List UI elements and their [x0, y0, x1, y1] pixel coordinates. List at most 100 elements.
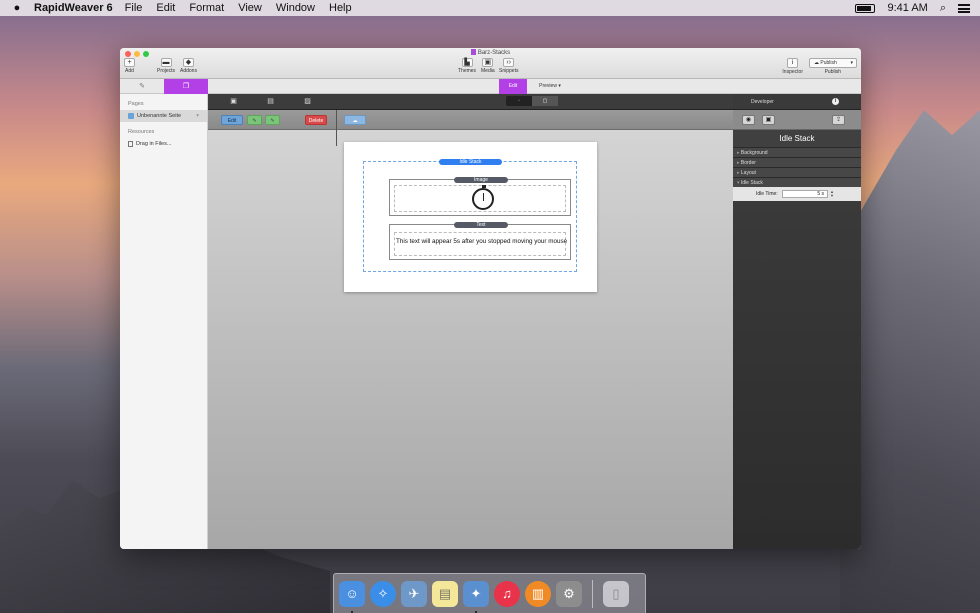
tab-edit[interactable]: Edit	[499, 79, 527, 94]
clock[interactable]: 9:41 AM	[887, 2, 927, 14]
partials-icon[interactable]: ▤	[267, 98, 274, 105]
image-dropzone[interactable]	[394, 185, 566, 212]
wrench-icon: ✎	[139, 83, 145, 90]
inspector-button[interactable]: i	[787, 58, 798, 68]
inspector-tools: ◉ ▣ ⇪	[733, 110, 861, 130]
app-menu[interactable]: RapidWeaver 6	[34, 2, 113, 14]
publish-label: Publish	[824, 69, 841, 75]
battery-icon[interactable]	[855, 3, 876, 13]
idle-time-field[interactable]: 5 s	[782, 190, 828, 198]
themes-button[interactable]: ▙ Themes	[458, 58, 476, 74]
sidebar-item-page[interactable]: Unbenannte Seite ▾	[120, 110, 207, 122]
menu-window[interactable]: Window	[276, 2, 315, 14]
view-toggle: ▫ ▢	[506, 96, 558, 106]
pencil-button[interactable]: ✎	[247, 115, 262, 125]
idle-stack[interactable]: Idle Stack Image Text This text will app…	[363, 159, 577, 272]
projects-button[interactable]: ▬ Projects	[157, 58, 175, 74]
editor-area: ▣ ▤ ▨ ▫ ▢ Edit ✎ ✎ Delete ☁ Idle Stack I…	[208, 94, 733, 549]
stack-actions-toolbar: Edit ✎ ✎ Delete ☁	[208, 110, 733, 146]
menu-file[interactable]: File	[125, 2, 143, 14]
titlebar: Barz-Stacks + Add ▬ Projects ◆ Addons ▙ …	[120, 48, 861, 79]
code-icon: ‹›	[503, 58, 515, 67]
visibility-button[interactable]: ◉	[742, 115, 755, 125]
eye-icon: ◉	[745, 117, 752, 123]
sidebar-item-resources[interactable]: Drag in Files...	[120, 138, 207, 150]
idle-stack-label[interactable]: Idle Stack	[439, 159, 502, 165]
publish-dropdown[interactable]: ☁ Publish ▾	[809, 58, 857, 68]
rapidweaver-icon[interactable]: ✦	[463, 580, 489, 613]
stopwatch-icon	[472, 185, 494, 210]
lock-icon: ▣	[765, 117, 772, 123]
ibooks-icon[interactable]: ▥	[525, 580, 551, 607]
themes-icon: ▙	[461, 58, 473, 67]
text-content[interactable]: This text will appear 5s after you stopp…	[394, 232, 567, 256]
view-toggle-full[interactable]: ▢	[532, 96, 558, 106]
add-button[interactable]: + Add	[124, 58, 135, 74]
safari-icon[interactable]: ✧	[370, 580, 396, 607]
section-background[interactable]: Background	[733, 147, 861, 157]
pencil-alt-button[interactable]: ✎	[265, 115, 280, 125]
menu-view[interactable]: View	[238, 2, 262, 14]
trash-icon[interactable]: ▯	[603, 580, 629, 607]
image-icon[interactable]: ▨	[304, 98, 311, 105]
sidebar: Pages Unbenannte Seite ▾ Resources Drag …	[120, 94, 208, 549]
info-icon[interactable]: i	[832, 98, 839, 105]
finder-icon[interactable]: ☺	[339, 580, 365, 613]
dock: ☺ ✧ ✈ ▤ ✦ ♫ ▥ ⚙ ▯	[333, 573, 646, 613]
addons-button[interactable]: ◆ Addons	[180, 58, 197, 74]
media-icon: ▣	[482, 58, 494, 67]
chevron-down-icon: ▾	[558, 83, 561, 89]
edit-button[interactable]: Edit	[221, 115, 243, 125]
inspector-title: Idle Stack	[733, 130, 861, 147]
inspector-label: Inspector	[782, 69, 803, 75]
delete-button[interactable]: Delete	[305, 115, 327, 125]
chevron-down-icon[interactable]: ▾	[196, 113, 199, 119]
export-button[interactable]: ⇪	[832, 115, 845, 125]
tab-pages[interactable]: ❐	[164, 79, 208, 94]
lock-button[interactable]: ▣	[762, 115, 775, 125]
section-layout[interactable]: Layout	[733, 167, 861, 177]
pencil-icon: ✎	[252, 118, 257, 124]
dock-separator	[592, 579, 593, 608]
menubar: ● RapidWeaver 6 File Edit Format View Wi…	[0, 0, 980, 16]
page-icon	[128, 113, 134, 119]
snippets-button[interactable]: ‹› Snippets	[499, 58, 518, 74]
export-icon: ⇪	[835, 117, 842, 123]
notification-center-icon[interactable]	[958, 3, 970, 13]
text-stack[interactable]: Text This text will appear 5s after you …	[389, 222, 571, 260]
menu-edit[interactable]: Edit	[156, 2, 175, 14]
wallpaper-mountain-right	[840, 110, 980, 613]
apple-icon[interactable]: ●	[0, 2, 34, 14]
idle-time-row: Idle Time: 5 s ▲ ▼	[733, 187, 861, 201]
notes-icon[interactable]: ▤	[432, 580, 458, 607]
image-stack-label[interactable]: Image	[454, 177, 508, 183]
tab-preview[interactable]: Preview ▾	[532, 79, 568, 94]
mail-icon[interactable]: ✈	[401, 580, 427, 607]
menu-help[interactable]: Help	[329, 2, 352, 14]
image-stack[interactable]: Image	[389, 177, 571, 216]
section-border[interactable]: Border	[733, 157, 861, 167]
resources-header: Resources	[128, 129, 155, 135]
text-stack-label[interactable]: Text	[454, 222, 508, 228]
media-button[interactable]: ▣ Media	[481, 58, 495, 74]
view-toggle-compact[interactable]: ▫	[506, 96, 532, 106]
idle-time-stepper[interactable]: ▲ ▼	[830, 190, 834, 198]
inspector-header: Developer i	[733, 94, 861, 110]
section-idle-stack[interactable]: Idle Stack	[733, 177, 861, 187]
pages-icon: ❐	[182, 83, 190, 90]
cloud-button[interactable]: ☁	[344, 115, 366, 125]
plus-icon: +	[124, 58, 135, 67]
toolbar-divider	[336, 110, 337, 146]
menu-format[interactable]: Format	[189, 2, 224, 14]
tab-settings[interactable]: ✎	[120, 79, 164, 94]
itunes-icon[interactable]: ♫	[494, 580, 520, 607]
spotlight-icon[interactable]: ⌕	[940, 2, 946, 15]
library-icon[interactable]: ▣	[230, 98, 237, 105]
mode-tabrow: ✎ ❐ Edit Preview ▾	[120, 79, 861, 94]
page-canvas: Idle Stack Image Text This text will app…	[344, 142, 597, 292]
stacks-library-toolbar: ▣ ▤ ▨ ▫ ▢	[208, 94, 733, 110]
cloud-icon: ☁	[352, 118, 358, 124]
system-preferences-icon[interactable]: ⚙	[556, 580, 582, 607]
pencil-icon: ✎	[270, 118, 275, 124]
cloud-icon: ☁	[814, 60, 819, 66]
